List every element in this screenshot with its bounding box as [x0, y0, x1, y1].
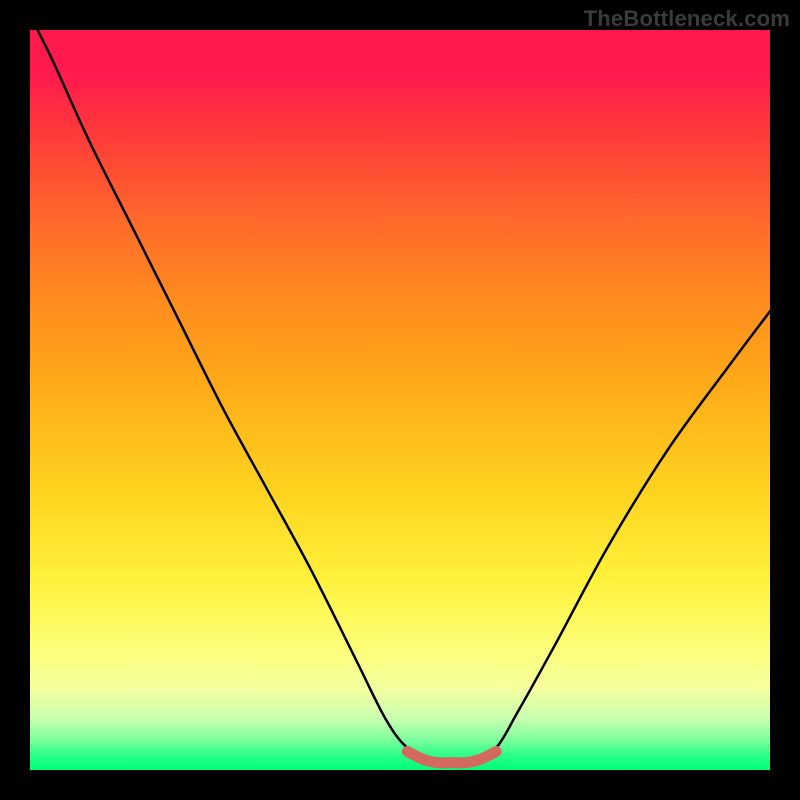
bottleneck-curve-path [30, 15, 770, 764]
curve-svg [30, 30, 770, 770]
plot-area [30, 30, 770, 770]
chart-frame: TheBottleneck.com [0, 0, 800, 800]
optimal-range-highlight-path [407, 752, 496, 763]
watermark-text: TheBottleneck.com [584, 6, 790, 32]
